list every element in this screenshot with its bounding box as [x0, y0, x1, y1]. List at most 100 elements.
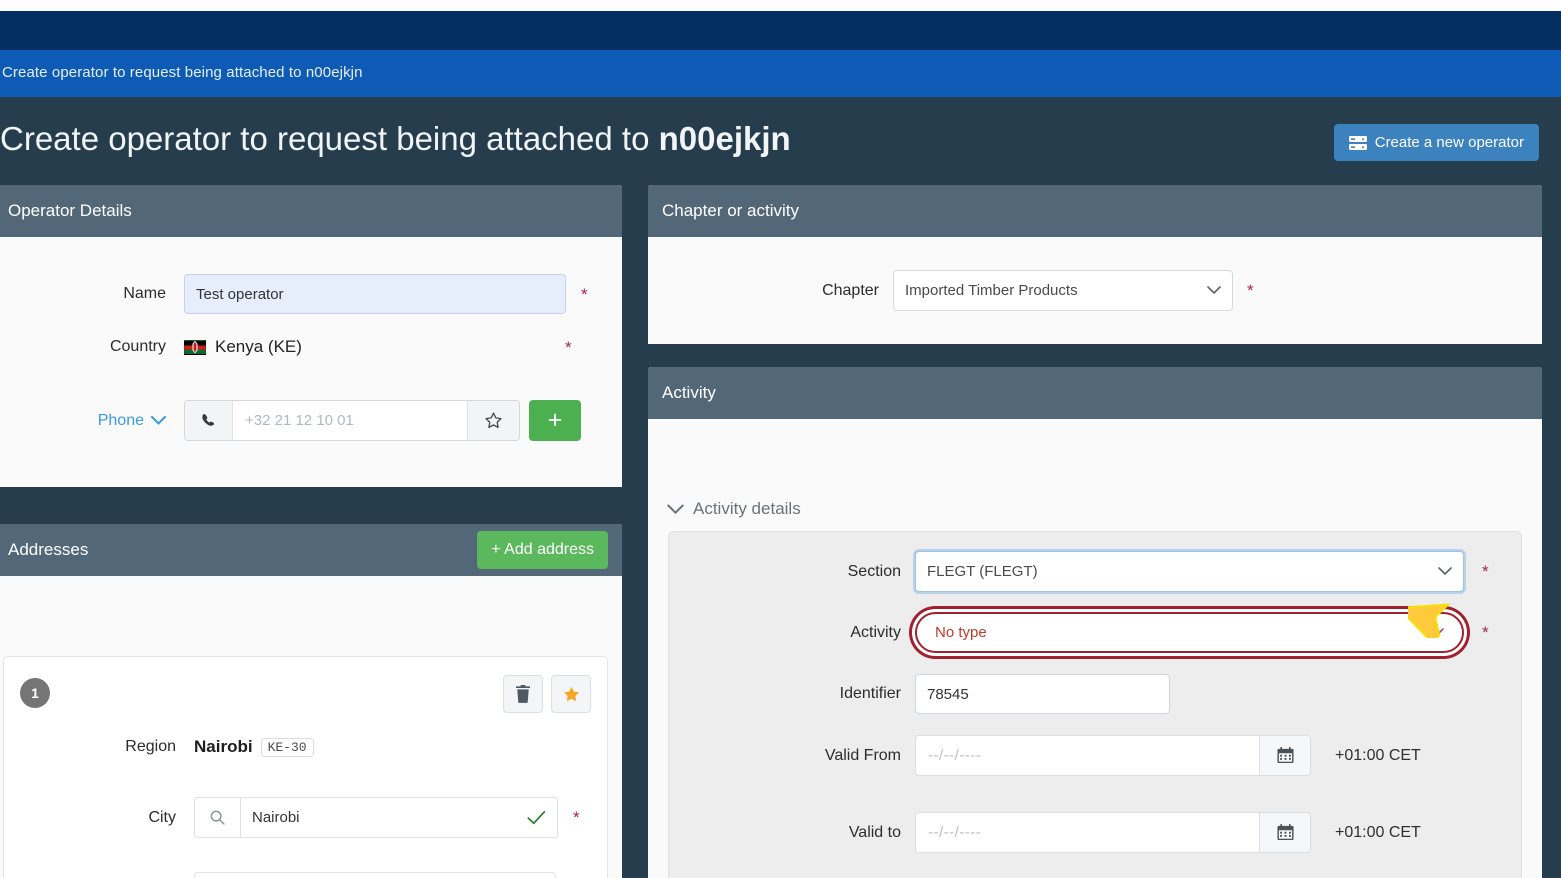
city-search-button[interactable] [194, 797, 240, 838]
address-card-actions [503, 675, 591, 713]
address-textarea[interactable]: 35 Haile Selassie Ave. [194, 872, 556, 878]
operator-details-title: Operator Details [8, 201, 132, 220]
region-code-badge: KE-30 [260, 737, 314, 757]
activity-required-marker: * [1482, 623, 1489, 642]
identifier-label: Identifier [839, 685, 901, 702]
valid-to-input[interactable]: --/--/---- [915, 812, 1259, 853]
valid-to-group: --/--/---- [915, 812, 1311, 853]
valid-to-calendar-button[interactable] [1259, 812, 1311, 853]
addresses-title: Addresses [8, 540, 89, 559]
city-row: City * [4, 797, 580, 838]
chapter-select[interactable]: Imported Timber Products [893, 270, 1233, 311]
name-required-marker: * [581, 284, 588, 304]
phone-favourite-button[interactable] [467, 401, 519, 440]
section-select-value: FLEGT (FLEGT) [927, 563, 1038, 580]
chevron-down-icon [1207, 286, 1221, 295]
identifier-row: Identifier [669, 674, 1170, 714]
valid-to-row: Valid to --/--/---- +01:00 CET [669, 812, 1421, 853]
country-value-wrap: Kenya (KE) [184, 337, 302, 357]
valid-from-group: --/--/---- [915, 735, 1311, 776]
region-value-wrap: Nairobi KE-30 [194, 737, 314, 757]
chapter-panel-body: Chapter Imported Timber Products * [648, 237, 1542, 344]
create-new-operator-button[interactable]: Create a new operator [1333, 124, 1539, 161]
page-title-prefix: Create operator to request being attache… [0, 120, 659, 157]
chapter-required-marker: * [1247, 281, 1254, 300]
add-phone-button[interactable]: + [529, 400, 581, 441]
activity-label: Activity [850, 623, 901, 641]
phone-input-group [184, 400, 520, 441]
top-navy-strip [0, 11, 1561, 50]
calendar-icon [1276, 824, 1294, 841]
phone-row: Phone +32 21 12 10 01 + [0, 400, 581, 441]
phone-icon [185, 401, 233, 440]
plus-icon: + [547, 406, 563, 434]
country-label: Country [109, 338, 166, 355]
top-white-strip [0, 0, 1561, 11]
country-row: Country Kenya (KE) * [0, 337, 572, 357]
identifier-input[interactable] [915, 674, 1170, 714]
activity-panel-header: Activity [648, 367, 1542, 419]
activity-details-label: Activity details [693, 499, 801, 518]
city-input-group [194, 797, 558, 838]
star-outline-icon [485, 412, 502, 429]
server-icon [1348, 135, 1367, 151]
valid-from-label: Valid From [824, 746, 901, 764]
address-card-number: 1 [20, 678, 50, 708]
page-title-strong: n00ejkjn [658, 120, 791, 157]
calendar-icon [1276, 747, 1294, 764]
activity-panel-title: Activity [662, 383, 716, 402]
country-required-marker: * [564, 337, 572, 357]
chapter-label: Chapter [822, 281, 879, 299]
name-input[interactable] [184, 274, 566, 314]
region-value: Nairobi [194, 737, 253, 756]
star-filled-icon [563, 686, 579, 701]
country-value: Kenya (KE) [215, 337, 302, 356]
chevron-down-icon [151, 416, 166, 425]
phone-input[interactable] [233, 401, 467, 440]
address-row: Address 35 Haile Selassie Ave. * [4, 872, 578, 878]
create-new-operator-label: Create a new operator [1374, 134, 1524, 151]
section-required-marker: * [1482, 562, 1489, 581]
valid-from-input[interactable]: --/--/---- [915, 735, 1259, 776]
delete-address-button[interactable] [503, 675, 543, 713]
chapter-panel: Chapter or activity Chapter Imported Tim… [648, 185, 1542, 344]
search-icon [210, 810, 225, 825]
trash-icon [516, 685, 530, 703]
addresses-panel: Addresses + Add address 1 Region Nairobi… [0, 524, 622, 878]
chevron-down-icon [1430, 628, 1444, 637]
activity-select[interactable]: No type [915, 612, 1464, 653]
operator-details-panel: Operator Details Name * Country Kenya (K… [0, 185, 622, 487]
operator-details-header: Operator Details [0, 185, 622, 237]
favourite-address-button[interactable] [551, 675, 591, 713]
phone-label: Phone [97, 411, 144, 429]
section-label: Section [847, 562, 901, 580]
city-input[interactable] [252, 809, 527, 826]
addresses-header: Addresses + Add address [0, 524, 622, 576]
chapter-select-value: Imported Timber Products [905, 282, 1078, 299]
city-label: City [148, 808, 176, 826]
activity-details-toggle[interactable]: Activity details [667, 499, 801, 519]
region-label: Region [125, 738, 176, 755]
city-required-marker: * [573, 808, 580, 827]
section-select[interactable]: FLEGT (FLEGT) [915, 551, 1464, 592]
activity-panel: Activity Activity details Section FLEGT … [648, 367, 1542, 878]
activity-panel-body: Activity details Section FLEGT (FLEGT) * [648, 419, 1542, 878]
valid-from-calendar-button[interactable] [1259, 735, 1311, 776]
activity-select-value: No type [935, 624, 987, 641]
page-title: Create operator to request being attache… [0, 120, 791, 158]
valid-to-timezone: +01:00 CET [1335, 823, 1421, 841]
region-row: Region Nairobi KE-30 [4, 737, 314, 757]
check-icon [527, 810, 546, 825]
add-address-label: + Add address [491, 541, 594, 558]
address-label: Address [4, 872, 176, 878]
chapter-row: Chapter Imported Timber Products * [648, 270, 1254, 311]
kenya-flag-icon [184, 339, 206, 355]
phone-type-dropdown[interactable]: Phone [0, 412, 166, 430]
address-required-marker: * [571, 872, 578, 878]
breadcrumb[interactable]: Create operator to request being attache… [2, 64, 363, 81]
section-row: Section FLEGT (FLEGT) * [669, 551, 1489, 592]
chapter-panel-title: Chapter or activity [662, 201, 799, 220]
add-address-button[interactable]: + Add address [477, 531, 608, 569]
chapter-panel-header: Chapter or activity [648, 185, 1542, 237]
chevron-down-icon [1438, 567, 1452, 576]
